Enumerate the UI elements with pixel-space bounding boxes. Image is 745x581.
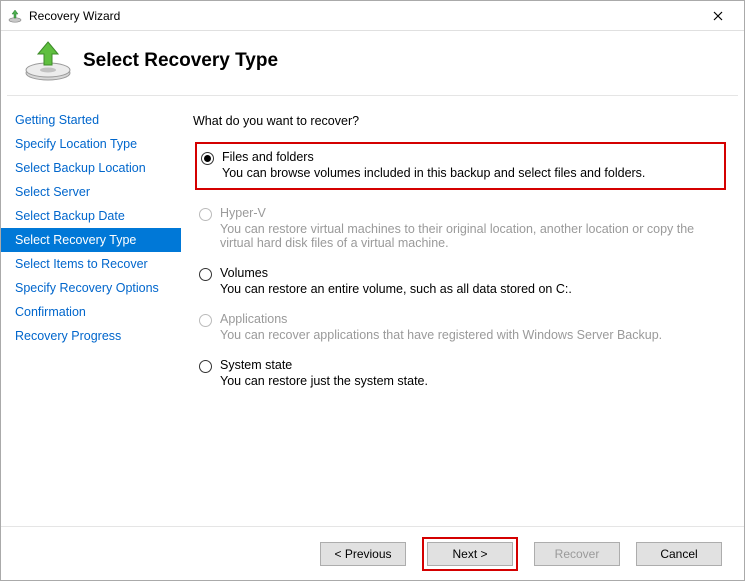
window-title: Recovery Wizard <box>29 9 120 23</box>
step-select-recovery-type[interactable]: Select Recovery Type <box>1 228 181 252</box>
option-desc: You can restore just the system state. <box>220 374 726 388</box>
step-specify-recovery-options[interactable]: Specify Recovery Options <box>1 276 181 300</box>
recovery-wizard-icon <box>7 8 23 24</box>
radio-system-state[interactable] <box>199 360 212 373</box>
option-desc: You can recover applications that have r… <box>220 328 726 342</box>
step-select-backup-date[interactable]: Select Backup Date <box>1 204 181 228</box>
recovery-header-icon <box>13 39 83 83</box>
wizard-steps-sidebar: Getting Started Specify Location Type Se… <box>1 96 181 526</box>
option-hyper-v: Hyper-V You can restore virtual machines… <box>193 206 726 250</box>
previous-button[interactable]: < Previous <box>320 542 406 566</box>
option-title: Files and folders <box>222 150 716 164</box>
content-prompt: What do you want to recover? <box>193 114 726 128</box>
titlebar: Recovery Wizard <box>1 1 744 31</box>
step-select-server[interactable]: Select Server <box>1 180 181 204</box>
option-desc: You can browse volumes included in this … <box>222 166 716 180</box>
cancel-button[interactable]: Cancel <box>636 542 722 566</box>
option-system-state[interactable]: System state You can restore just the sy… <box>193 358 726 388</box>
option-title: Volumes <box>220 266 726 280</box>
step-getting-started[interactable]: Getting Started <box>1 108 181 132</box>
radio-applications <box>199 314 212 327</box>
step-specify-location-type[interactable]: Specify Location Type <box>1 132 181 156</box>
radio-volumes[interactable] <box>199 268 212 281</box>
step-select-items-to-recover[interactable]: Select Items to Recover <box>1 252 181 276</box>
next-button-highlight: Next > <box>422 537 518 571</box>
option-desc: You can restore virtual machines to thei… <box>220 222 726 250</box>
wizard-body: Getting Started Specify Location Type Se… <box>1 96 744 526</box>
option-volumes[interactable]: Volumes You can restore an entire volume… <box>193 266 726 296</box>
recover-button: Recover <box>534 542 620 566</box>
wizard-footer: < Previous Next > Recover Cancel <box>1 526 744 580</box>
option-desc: You can restore an entire volume, such a… <box>220 282 726 296</box>
radio-hyper-v <box>199 208 212 221</box>
option-files-and-folders[interactable]: Files and folders You can browse volumes… <box>195 142 726 190</box>
close-button[interactable] <box>698 2 738 30</box>
radio-files-and-folders[interactable] <box>201 152 214 165</box>
option-title: Hyper-V <box>220 206 726 220</box>
wizard-header: Select Recovery Type <box>1 31 744 95</box>
step-confirmation[interactable]: Confirmation <box>1 300 181 324</box>
step-select-backup-location[interactable]: Select Backup Location <box>1 156 181 180</box>
option-applications: Applications You can recover application… <box>193 312 726 342</box>
next-button[interactable]: Next > <box>427 542 513 566</box>
wizard-content: What do you want to recover? Files and f… <box>181 96 744 526</box>
step-recovery-progress[interactable]: Recovery Progress <box>1 324 181 348</box>
option-title: Applications <box>220 312 726 326</box>
page-title: Select Recovery Type <box>83 50 278 72</box>
option-title: System state <box>220 358 726 372</box>
